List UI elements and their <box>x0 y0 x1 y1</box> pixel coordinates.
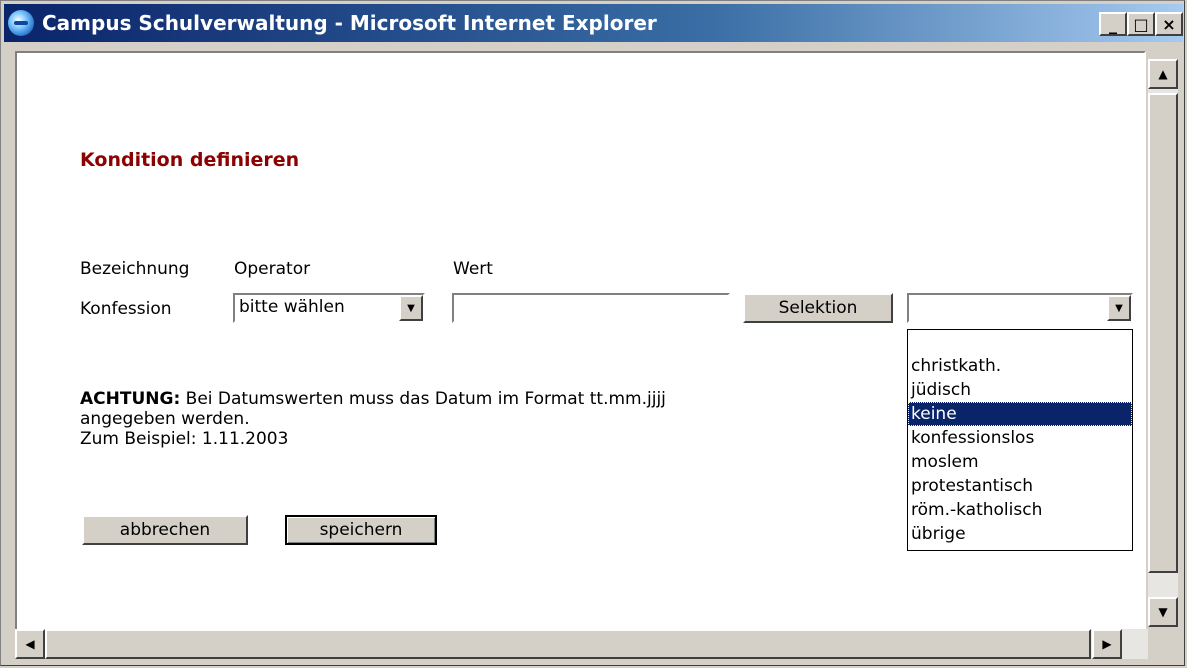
wert-input[interactable] <box>452 293 730 323</box>
vertical-scroll-thumb[interactable] <box>1148 93 1178 573</box>
maximize-icon: □ <box>1133 14 1149 34</box>
arrow-left-icon[interactable]: ◀ <box>15 629 45 659</box>
header-wert: Wert <box>453 259 493 279</box>
window-title: Campus Schulverwaltung - Microsoft Inter… <box>42 11 657 35</box>
minimize-button[interactable]: _ <box>1099 12 1127 36</box>
operator-select-value: bitte wählen <box>239 297 345 317</box>
dropdown-option-moslem[interactable]: moslem <box>908 450 1132 474</box>
page-content: Kondition definieren Bezeichnung Operato… <box>15 51 1146 631</box>
warning-prefix: ACHTUNG: <box>80 389 181 409</box>
warning-line-2: angegeben werden. <box>80 409 250 429</box>
dropdown-option-keine[interactable]: keine <box>908 402 1132 426</box>
dropdown-option-empty[interactable] <box>908 330 1132 354</box>
scrollbar-corner <box>1148 629 1178 659</box>
horizontal-scrollbar[interactable]: ◀ ▶ <box>15 629 1148 659</box>
page-title: Kondition definieren <box>80 149 300 171</box>
maximize-button[interactable]: □ <box>1127 12 1155 36</box>
value-dropdown-list[interactable]: christkath. jüdisch keine konfessionslos… <box>907 329 1133 551</box>
save-button[interactable]: speichern <box>285 515 437 545</box>
chevron-down-icon[interactable]: ▼ <box>399 295 423 321</box>
dropdown-option-konfessionslos[interactable]: konfessionslos <box>908 426 1132 450</box>
close-button[interactable]: × <box>1155 12 1183 36</box>
warning-line-1: Bei Datumswerten muss das Datum im Forma… <box>180 389 666 409</box>
horizontal-scroll-thumb[interactable] <box>45 629 1091 659</box>
header-bezeichnung: Bezeichnung <box>80 259 190 279</box>
arrow-down-icon[interactable]: ▼ <box>1148 597 1178 627</box>
arrow-right-icon[interactable]: ▶ <box>1092 629 1122 659</box>
selektion-button-label: Selektion <box>778 298 858 318</box>
value-select[interactable]: ▼ <box>907 293 1133 323</box>
arrow-up-icon[interactable]: ▲ <box>1148 59 1178 89</box>
dropdown-option-uebrige[interactable]: übrige <box>908 522 1132 546</box>
warning-line-3: Zum Beispiel: 1.11.2003 <box>80 429 289 449</box>
header-operator: Operator <box>234 259 311 279</box>
operator-select[interactable]: bitte wählen ▼ <box>233 293 425 323</box>
internet-explorer-icon <box>8 10 34 36</box>
field-label-konfession: Konfession <box>80 299 172 319</box>
minimize-icon: _ <box>1109 14 1117 34</box>
cancel-button-label: abbrechen <box>119 520 211 540</box>
dropdown-option-christkath[interactable]: christkath. <box>908 354 1132 378</box>
title-bar[interactable]: Campus Schulverwaltung - Microsoft Inter… <box>4 4 1183 42</box>
cancel-button[interactable]: abbrechen <box>82 515 248 545</box>
dropdown-option-roem-katholisch[interactable]: röm.-katholisch <box>908 498 1132 522</box>
save-button-label: speichern <box>319 520 403 540</box>
chevron-down-icon[interactable]: ▼ <box>1107 295 1131 321</box>
close-icon: × <box>1162 14 1176 34</box>
browser-window: Campus Schulverwaltung - Microsoft Inter… <box>0 0 1185 666</box>
dropdown-option-protestantisch[interactable]: protestantisch <box>908 474 1132 498</box>
selektion-button[interactable]: Selektion <box>743 293 893 323</box>
date-format-warning: ACHTUNG: Bei Datumswerten muss das Datum… <box>80 389 666 449</box>
dropdown-option-juedisch[interactable]: jüdisch <box>908 378 1132 402</box>
vertical-scrollbar[interactable]: ▲ ▼ <box>1148 59 1178 627</box>
